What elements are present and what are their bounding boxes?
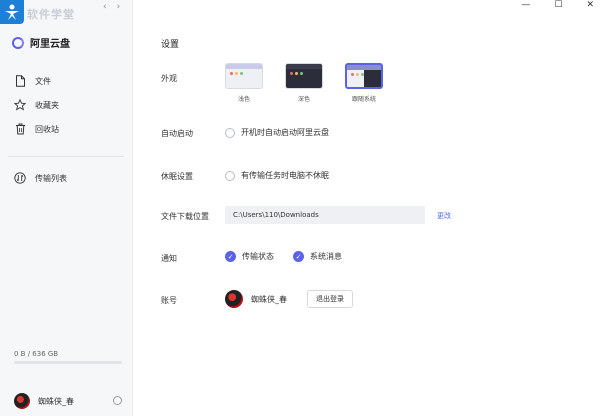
storage-usage-text: 0 B / 636 GB [14,350,59,358]
page-title: 设置 [161,40,180,50]
sleep-text: 有传输任务时电脑不休眠 [241,171,329,180]
notify-transfer-text: 传输状态 [242,252,274,261]
history-nav: ‹ › [103,2,120,12]
download-path-field[interactable] [225,206,425,224]
sleep-option[interactable]: 有传输任务时电脑不休眠 [225,170,329,181]
avatar [225,290,243,308]
storage-usage-bar [14,361,122,364]
forward-icon[interactable]: › [117,2,121,12]
trash-icon [14,123,26,135]
theme-caption: 深色 [297,96,310,103]
sidebar-item-label: 回收站 [35,124,59,134]
theme-caption: 浅色 [237,96,250,103]
theme-option-system[interactable]: 跟随系统 [345,63,383,103]
appearance-label: 外观 [161,74,177,83]
notify-system-option[interactable]: ✓ 系统消息 [293,251,342,262]
change-path-link[interactable]: 更改 [437,211,451,221]
sidebar: 软件学堂 ‹ › 阿里云盘 文件 收藏夹 回收站 传输列表 0 B / 636 … [0,0,133,416]
check-icon[interactable]: ✓ [225,251,236,262]
settings-panel: 设置 外观 浅色 深色 跟随系统 自动启动 开机时自动启动阿里云盘 休眠设置 有… [133,0,600,416]
watermark-text: 软件学堂 [27,8,75,21]
theme-system-preview [345,63,383,89]
autostart-text: 开机时自动启动阿里云盘 [241,128,329,137]
account-name: 蜘蛛侠_春 [251,294,287,304]
logout-button[interactable]: 退出登录 [307,290,353,308]
sidebar-item-files[interactable]: 文件 [14,75,51,87]
settings-gear-icon[interactable] [113,396,122,405]
aliyun-logo-icon [12,36,24,49]
account-label: 账号 [161,296,177,305]
sleep-label: 休眠设置 [161,172,193,181]
sleep-radio[interactable] [225,170,235,181]
sidebar-divider [8,156,124,157]
theme-dark-preview [285,63,323,89]
autostart-radio[interactable] [225,127,235,138]
download-location-label: 文件下载位置 [161,212,209,221]
theme-option-dark[interactable]: 深色 [285,63,323,103]
account-info: 蜘蛛侠_春 [225,290,287,308]
sidebar-user[interactable]: 蜘蛛侠_春 [14,393,74,409]
brand-name: 阿里云盘 [30,39,70,50]
notify-label: 通知 [161,254,177,263]
transfer-icon [14,172,26,184]
autostart-option[interactable]: 开机时自动启动阿里云盘 [225,127,329,138]
sidebar-item-transfer-list[interactable]: 传输列表 [14,172,67,184]
check-icon[interactable]: ✓ [293,251,304,262]
theme-caption: 跟随系统 [351,96,376,103]
theme-option-light[interactable]: 浅色 [225,63,263,103]
sidebar-item-label: 文件 [35,76,51,86]
theme-light-preview [225,63,263,89]
autostart-label: 自动启动 [161,129,193,138]
sidebar-username: 蜘蛛侠_春 [38,396,74,406]
star-icon [14,99,26,111]
sidebar-item-label: 收藏夹 [35,100,59,110]
sidebar-item-favorites[interactable]: 收藏夹 [14,99,59,111]
watermark-logo-icon [0,0,24,24]
back-icon[interactable]: ‹ [103,2,107,12]
notify-transfer-option[interactable]: ✓ 传输状态 [225,251,274,262]
notify-system-text: 系统消息 [310,252,342,261]
sidebar-item-label: 传输列表 [35,173,67,183]
brand: 阿里云盘 [12,35,70,50]
file-icon [14,75,26,87]
sidebar-item-recycle-bin[interactable]: 回收站 [14,123,59,135]
avatar [14,393,30,409]
